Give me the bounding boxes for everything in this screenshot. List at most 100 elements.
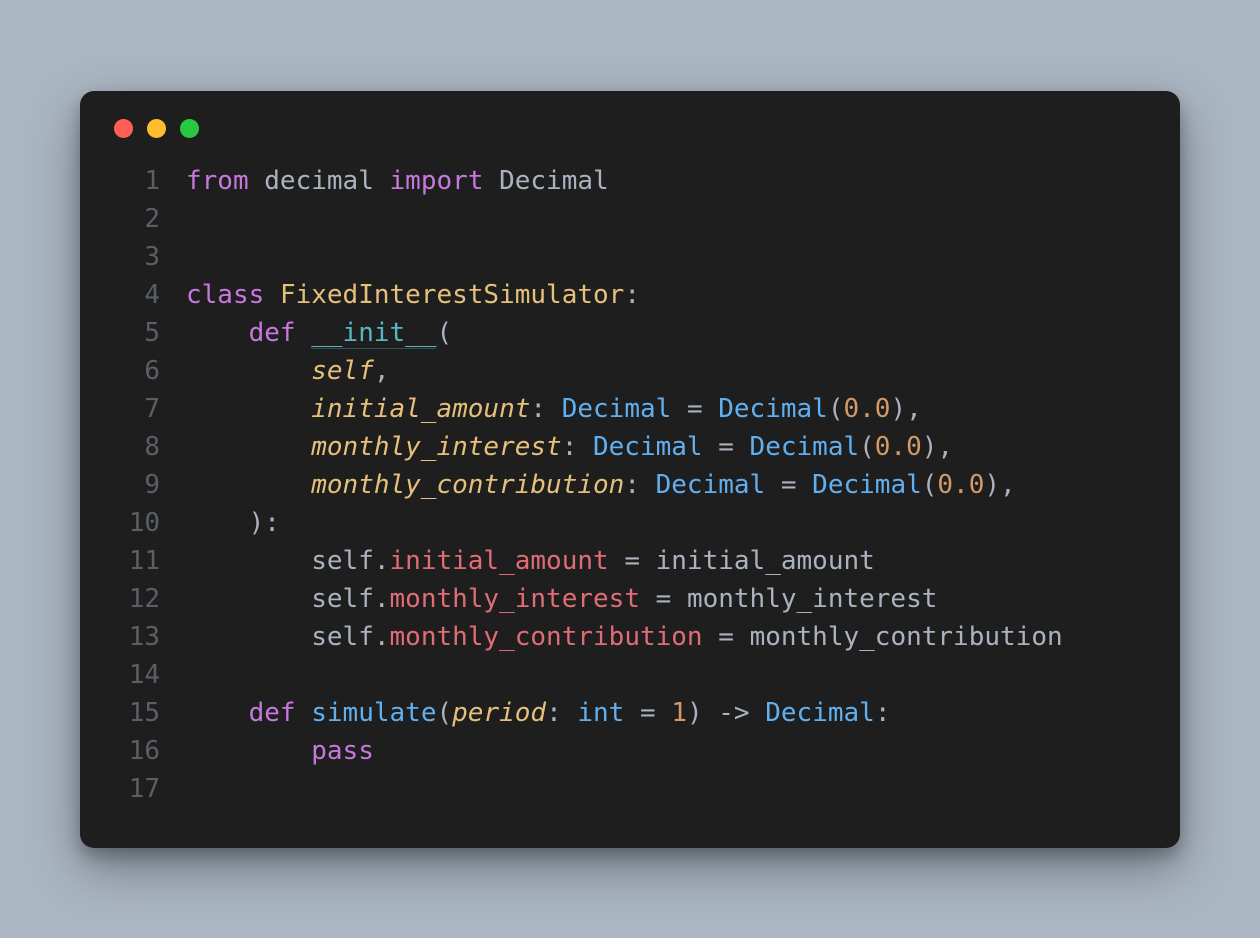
code-token: = (624, 546, 640, 576)
code-token: monthly_interest (390, 584, 640, 614)
line-number: 2 (114, 200, 160, 238)
code-token: initial_amount (656, 546, 875, 576)
code-token: initial_amount (390, 546, 609, 576)
code-token (186, 394, 311, 424)
code-line[interactable]: 3 (114, 238, 1146, 276)
code-token (609, 546, 625, 576)
code-token: -> (718, 698, 749, 728)
code-token (186, 470, 311, 500)
code-token: monthly_contribution (390, 622, 703, 652)
code-line[interactable]: 6 self, (114, 352, 1146, 390)
code-token: : (875, 698, 891, 728)
code-token: Decimal (812, 470, 922, 500)
code-line[interactable]: 9 monthly_contribution: Decimal = Decima… (114, 466, 1146, 504)
code-line[interactable]: 15 def simulate(period: int = 1) -> Deci… (114, 694, 1146, 732)
code-line[interactable]: 2 (114, 200, 1146, 238)
code-token (296, 318, 312, 348)
code-token: ( (436, 698, 452, 728)
code-content[interactable]: self.monthly_interest = monthly_interest (186, 580, 937, 618)
code-token: int (577, 698, 624, 728)
code-content[interactable]: ): (186, 504, 280, 542)
code-token: , (374, 356, 390, 386)
code-token: : (624, 470, 655, 500)
line-number: 14 (114, 656, 160, 694)
code-token: = (687, 394, 703, 424)
code-line[interactable]: 8 monthly_interest: Decimal = Decimal(0.… (114, 428, 1146, 466)
code-line[interactable]: 17 (114, 770, 1146, 808)
code-editor[interactable]: 1from decimal import Decimal234class Fix… (80, 162, 1180, 808)
maximize-icon[interactable] (180, 119, 199, 138)
code-token: ), (922, 432, 953, 462)
code-line[interactable]: 16 pass (114, 732, 1146, 770)
code-content[interactable]: from decimal import Decimal (186, 162, 609, 200)
code-token (186, 622, 311, 652)
code-token (671, 584, 687, 614)
code-token (703, 432, 719, 462)
code-token (640, 546, 656, 576)
code-token: . (374, 584, 390, 614)
code-token: import (390, 166, 484, 196)
code-token (374, 166, 390, 196)
code-token: = (640, 698, 656, 728)
code-content[interactable]: pass (186, 732, 374, 770)
code-line[interactable]: 10 ): (114, 504, 1146, 542)
code-token (765, 470, 781, 500)
code-content[interactable]: monthly_interest: Decimal = Decimal(0.0)… (186, 428, 953, 466)
code-token (264, 280, 280, 310)
code-token: Decimal (562, 394, 672, 424)
code-token: monthly_interest (311, 432, 561, 462)
code-token: = (718, 432, 734, 462)
code-token: def (249, 318, 296, 348)
code-token (186, 698, 249, 728)
code-line[interactable]: 1from decimal import Decimal (114, 162, 1146, 200)
code-token: self (311, 356, 374, 386)
code-token (483, 166, 499, 196)
code-token: Decimal (499, 166, 609, 196)
code-content[interactable]: def __init__( (186, 314, 452, 352)
code-line[interactable]: 11 self.initial_amount = initial_amount (114, 542, 1146, 580)
code-content[interactable]: initial_amount: Decimal = Decimal(0.0), (186, 390, 922, 428)
code-token (624, 698, 640, 728)
line-number: 7 (114, 390, 160, 428)
code-token (656, 698, 672, 728)
code-content[interactable]: self, (186, 352, 390, 390)
code-token: ), (984, 470, 1015, 500)
code-line[interactable]: 5 def __init__( (114, 314, 1146, 352)
code-token (734, 432, 750, 462)
code-line[interactable]: 12 self.monthly_interest = monthly_inter… (114, 580, 1146, 618)
code-token (249, 166, 265, 196)
line-number: 12 (114, 580, 160, 618)
code-content[interactable]: self.monthly_contribution = monthly_cont… (186, 618, 1063, 656)
code-content[interactable]: class FixedInterestSimulator: (186, 276, 640, 314)
code-token: monthly_contribution (311, 470, 624, 500)
line-number: 3 (114, 238, 160, 276)
close-icon[interactable] (114, 119, 133, 138)
code-token (186, 584, 311, 614)
minimize-icon[interactable] (147, 119, 166, 138)
code-token: 0.0 (875, 432, 922, 462)
code-token: self (311, 622, 374, 652)
code-line[interactable]: 13 self.monthly_contribution = monthly_c… (114, 618, 1146, 656)
code-token: ): (186, 508, 280, 538)
code-line[interactable]: 4class FixedInterestSimulator: (114, 276, 1146, 314)
code-content[interactable]: self.initial_amount = initial_amount (186, 542, 875, 580)
code-token: ( (922, 470, 938, 500)
line-number: 9 (114, 466, 160, 504)
code-token: . (374, 622, 390, 652)
code-token: : (562, 432, 593, 462)
line-number: 15 (114, 694, 160, 732)
code-content[interactable]: monthly_contribution: Decimal = Decimal(… (186, 466, 1016, 504)
code-token: Decimal (593, 432, 703, 462)
code-window: 1from decimal import Decimal234class Fix… (80, 91, 1180, 848)
code-line[interactable]: 14 (114, 656, 1146, 694)
code-token: : (530, 394, 561, 424)
line-number: 10 (114, 504, 160, 542)
code-token: period (452, 698, 546, 728)
code-content[interactable]: def simulate(period: int = 1) -> Decimal… (186, 694, 890, 732)
code-token: : (624, 280, 640, 310)
line-number: 6 (114, 352, 160, 390)
code-token: . (374, 546, 390, 576)
code-token (186, 432, 311, 462)
code-token: Decimal (750, 432, 860, 462)
code-line[interactable]: 7 initial_amount: Decimal = Decimal(0.0)… (114, 390, 1146, 428)
